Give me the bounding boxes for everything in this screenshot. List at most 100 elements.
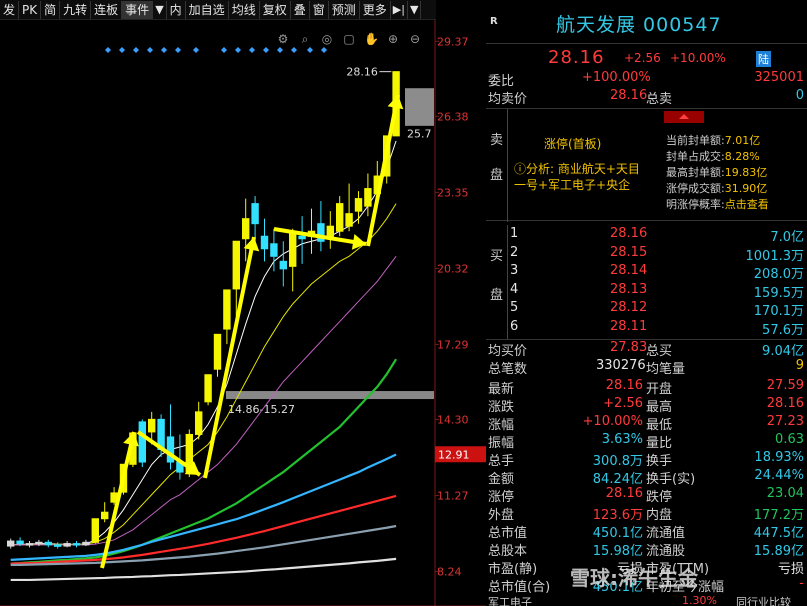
toolbar-item-ma[interactable]: 均线 xyxy=(229,0,260,19)
stat-label: 外盘 xyxy=(488,508,515,523)
buy-level-row[interactable]: 1 28.16 7.0亿 xyxy=(486,226,807,245)
toolbar-item-shijian[interactable]: 事件 xyxy=(122,0,154,19)
stat-label: 流通股 xyxy=(646,544,686,559)
industry-footer: 军工电子 1.30% 同行业比较 xyxy=(486,594,807,606)
limit-stat-row: 最高封单额:19.83亿 xyxy=(666,165,769,181)
eye-icon[interactable]: ◎ xyxy=(320,32,334,47)
stat-value: 177.2万 xyxy=(753,508,804,523)
candle-body xyxy=(148,418,156,433)
stat-value: 447.5亿 xyxy=(753,526,804,541)
limit-stat-label: 明涨停概率: xyxy=(666,198,725,211)
y-tick-label: 11.27 xyxy=(437,489,469,502)
limit-probability-link[interactable]: 点击查看 xyxy=(725,198,769,211)
event-marker xyxy=(105,47,111,53)
stat-label: 总手 xyxy=(488,454,515,469)
y-tick-label: 23.35 xyxy=(437,186,469,199)
skip-end-icon[interactable]: ▶| xyxy=(391,0,408,19)
stat-value: 亏损 xyxy=(777,562,804,577)
dropdown-icon-2[interactable]: ▼ xyxy=(408,0,422,19)
toolbar-item-fa[interactable]: 发 xyxy=(0,0,20,19)
collapse-arrow-icon[interactable] xyxy=(664,111,704,123)
toolbar-item-forecast[interactable]: 预测 xyxy=(329,0,360,19)
trade-count-label: 总笔数 xyxy=(488,362,528,377)
candle-body xyxy=(251,203,259,225)
stat-label: 总市值 xyxy=(488,526,528,541)
stat-label: 金额 xyxy=(488,472,515,487)
stat-value: 28.16 xyxy=(766,396,804,411)
limit-up-info: 涨停(首板) ⓘ分析: 商业航天+天目一号+军工电子+央企 当前封单额:7.01… xyxy=(508,109,807,222)
y-tick-label: 17.29 xyxy=(437,338,469,351)
limit-stat-value: 19.83亿 xyxy=(724,166,768,179)
toolbar-item-lianban[interactable]: 连板 xyxy=(91,0,123,19)
toolbar-item-more[interactable]: 更多 xyxy=(360,0,391,19)
weibi-row: 委比 +100.00% 325001 xyxy=(486,70,807,89)
toolbar-item-overlay[interactable]: 叠 xyxy=(291,0,310,19)
stat-label: 最新 xyxy=(488,382,515,397)
projection-box xyxy=(405,88,434,126)
buy-level-row[interactable]: 3 28.14 208.0万 xyxy=(486,263,807,282)
kline-chart[interactable]: 29.37 26.38 23.35 20.32 17.29 14.30 11.27 8.24 1… xyxy=(0,20,486,606)
toolbar-item-add-watchlist[interactable]: 加自选 xyxy=(186,0,229,19)
industry-change: 1.30% xyxy=(682,594,717,606)
buy-level-volume: 7.0亿 xyxy=(770,230,804,245)
limit-stat-label: 当前封单额: xyxy=(666,134,725,147)
stock-title[interactable]: 航天发展 000547 xyxy=(556,10,722,37)
window-icon[interactable]: ▢ xyxy=(342,32,356,47)
stat-label: 总股本 xyxy=(488,544,528,559)
avg-buy-row: 均买价 27.83 总买 9.04亿 xyxy=(486,340,807,359)
ma-line xyxy=(10,203,397,546)
candle-body xyxy=(16,540,24,545)
hand-icon[interactable]: ✋ xyxy=(364,32,379,47)
candle-body xyxy=(336,203,344,232)
stat-label: 跌停 xyxy=(646,490,673,505)
avg-sell-value: 28.16 xyxy=(610,88,648,103)
buy-level-volume: 57.6万 xyxy=(762,322,804,338)
buy-level-volume: 1001.3万 xyxy=(745,248,805,264)
stat-value: +2.56 xyxy=(603,396,643,411)
event-marker xyxy=(321,47,327,53)
connect-badge: 陆 xyxy=(756,51,771,67)
zoom-in-icon[interactable]: ⊕ xyxy=(386,32,400,47)
candle-body xyxy=(91,518,99,543)
stat-label: 换手 xyxy=(646,454,673,469)
toolbar-item-adjust[interactable]: 复权 xyxy=(260,0,291,19)
dropdown-icon[interactable]: ▼ xyxy=(153,0,167,19)
event-marker xyxy=(249,47,255,53)
buy-level-price: 28.13 xyxy=(610,281,648,297)
zoom-out-icon[interactable]: ⊖ xyxy=(408,32,422,47)
range-band xyxy=(226,391,434,400)
candle-body xyxy=(270,243,278,257)
settings-icon[interactable]: ⚙ xyxy=(276,32,290,47)
toolbar-item-nei[interactable]: 内 xyxy=(167,0,186,19)
buy-level-row[interactable]: 6 28.11 57.6万 xyxy=(486,319,807,338)
candle-body xyxy=(298,235,306,240)
toolbar-item-jiuzhuan[interactable]: 九转 xyxy=(60,0,92,19)
candle-body xyxy=(195,411,203,435)
toolbar-item-pk[interactable]: PK xyxy=(19,0,42,19)
candle-body xyxy=(44,541,52,546)
search-icon[interactable]: ⌕ xyxy=(298,32,312,47)
buy-level-row[interactable]: 2 28.15 1001.3万 xyxy=(486,244,807,264)
stat-label: 振幅 xyxy=(488,436,515,451)
buy-level-row[interactable]: 4 28.13 159.5万 xyxy=(486,281,807,301)
buy-level-row[interactable]: 5 28.12 170.1万 xyxy=(486,300,807,319)
toolbar-item-jian[interactable]: 简 xyxy=(41,0,61,19)
weibi-label: 委比 xyxy=(488,74,515,89)
buy-level-index: 3 xyxy=(510,263,519,278)
y-tick-label: 14.30 xyxy=(437,413,469,426)
stat-label: 量比 xyxy=(646,436,673,451)
toolbar-item-window[interactable]: 窗 xyxy=(310,0,329,19)
stat-value: 3.63% xyxy=(601,432,643,447)
buy-level-index: 2 xyxy=(510,244,519,260)
event-marker xyxy=(291,47,297,53)
limit-stat-row: 明涨停概率:点击查看 xyxy=(666,197,769,213)
industry-compare-link[interactable]: 同行业比较 xyxy=(736,594,791,606)
limit-analysis[interactable]: ⓘ分析: 商业航天+天目一号+军工电子+央企 xyxy=(514,161,642,193)
limit-stat-label: 涨停成交额: xyxy=(666,182,725,195)
candle-body xyxy=(289,233,297,267)
kline-chart-panel[interactable]: 29.37 26.38 23.35 20.32 17.29 14.30 11.27 8.24 1… xyxy=(0,20,486,606)
industry-name[interactable]: 军工电子 xyxy=(488,594,532,606)
stat-value: 18.93% xyxy=(754,450,804,465)
stat-label: 涨跌 xyxy=(488,400,515,415)
ma-line xyxy=(10,358,398,565)
